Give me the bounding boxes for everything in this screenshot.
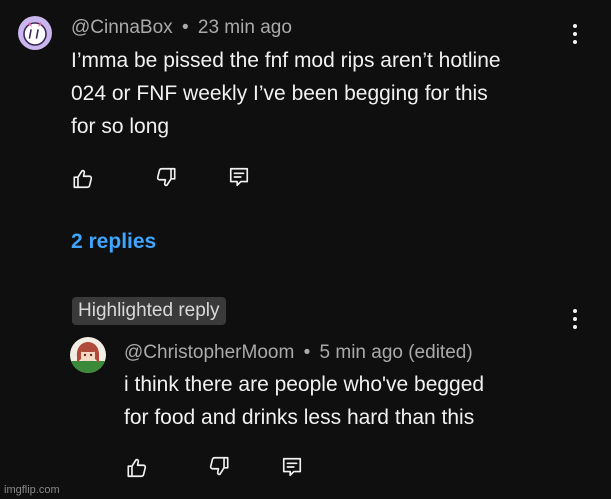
comment-more-options-icon[interactable]	[572, 24, 578, 44]
reply-icon	[282, 457, 302, 477]
comment-meta: @CinnaBox • 23 min ago	[71, 17, 292, 39]
view-replies-link[interactable]: 2 replies	[71, 230, 156, 254]
reply-author-handle[interactable]: @ChristopherMoom	[124, 342, 294, 363]
reply-body-line: for food and drinks less hard than this	[124, 406, 475, 429]
meta-separator: •	[303, 342, 311, 363]
reply-author-avatar[interactable]	[70, 337, 106, 373]
comment-body-line: 024 or FNF weekly I’ve been begging for …	[71, 82, 488, 105]
comment-author-handle[interactable]: @CinnaBox	[71, 17, 173, 38]
commenter-avatar[interactable]	[18, 16, 52, 50]
reply-like-button[interactable]	[124, 455, 150, 481]
highlighted-reply-badge: Highlighted reply	[72, 297, 226, 325]
reply-dislike-button[interactable]	[206, 453, 232, 479]
comment-body-line: for so long	[71, 115, 170, 138]
meta-separator: •	[181, 17, 189, 38]
dislike-button[interactable]	[153, 164, 179, 190]
avatar-character-icon	[70, 342, 106, 373]
like-icon	[127, 458, 147, 478]
reply-reply-button[interactable]	[279, 454, 305, 480]
comment-body: I’mma be pissed the fnf mod rips aren’t …	[71, 44, 591, 143]
like-icon	[73, 169, 93, 189]
dislike-icon	[156, 167, 176, 187]
avatar-face-icon	[23, 22, 47, 46]
reply-body-line: i think there are people who've begged	[124, 373, 485, 396]
comment-body-line: I’mma be pissed the fnf mod rips aren’t …	[71, 49, 501, 72]
watermark: imgflip.com	[4, 484, 60, 496]
comment-timestamp[interactable]: 23 min ago	[198, 17, 292, 38]
reply-timestamp[interactable]: 5 min ago (edited)	[320, 342, 473, 363]
dislike-icon	[209, 456, 229, 476]
reply-more-options-icon[interactable]	[572, 309, 578, 329]
reply-body: i think there are people who've begged f…	[124, 368, 594, 434]
reply-icon	[229, 167, 249, 187]
like-button[interactable]	[70, 166, 96, 192]
reply-meta: @ChristopherMoom • 5 min ago (edited)	[124, 342, 473, 364]
reply-button[interactable]	[226, 164, 252, 190]
